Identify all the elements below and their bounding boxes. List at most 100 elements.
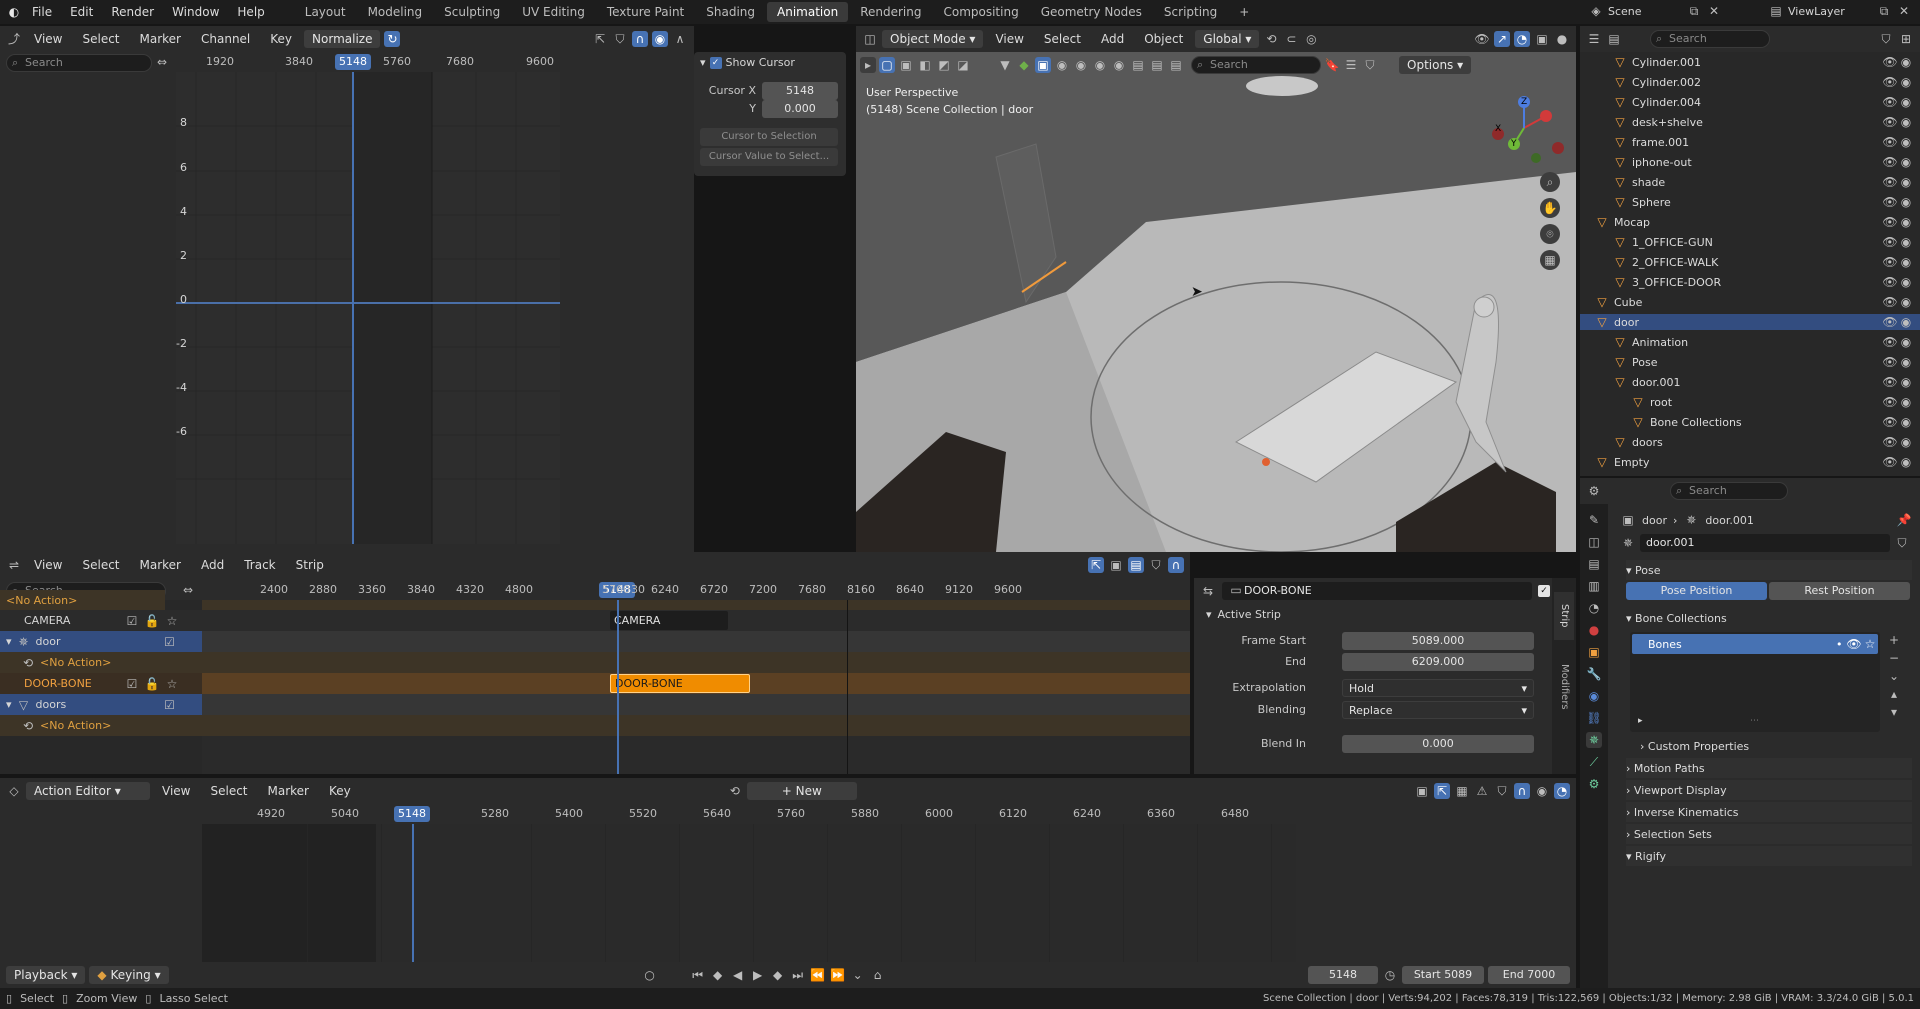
expand-icon[interactable]: ›	[1626, 762, 1630, 775]
only-selected-icon[interactable]: ⇱	[592, 31, 608, 47]
next-keyframe-icon[interactable]: ◆	[770, 967, 786, 983]
bone-collection-item[interactable]: Bones • 👁 ☆	[1632, 634, 1878, 654]
outliner-filter-icon[interactable]: ⛉	[1878, 31, 1894, 47]
nla-menu-strip[interactable]: Strip	[288, 555, 332, 575]
nla-strip-camera[interactable]: CAMERA	[610, 611, 728, 630]
action-key-area[interactable]	[202, 824, 1296, 962]
outliner-row[interactable]: ▽ Cylinder.001 👁 ◉	[1580, 54, 1920, 70]
nla-lock-icon[interactable]: 🔓	[144, 613, 160, 629]
outliner-row[interactable]: ▽ 1_OFFICE-GUN 👁 ◉	[1580, 234, 1920, 250]
tab-strip[interactable]: Strip	[1554, 592, 1574, 640]
xray-icon[interactable]: ▣	[1534, 31, 1550, 47]
tab-geometry-nodes[interactable]: Geometry Nodes	[1031, 2, 1152, 22]
record-icon[interactable]: ○	[642, 967, 658, 983]
playback-menu[interactable]: Playback ▾	[6, 966, 86, 984]
nla-only-selected-icon[interactable]: ⇱	[1088, 557, 1104, 573]
restrict-light-icon[interactable]: ◉	[1111, 57, 1127, 73]
menu-window[interactable]: Window	[164, 2, 227, 22]
render-camera-icon[interactable]: ◉	[1898, 394, 1914, 410]
zoom-icon[interactable]: ⌕	[1540, 172, 1560, 192]
expand-icon[interactable]: ▾	[6, 698, 12, 711]
nla-menu-select[interactable]: Select	[74, 555, 127, 575]
render-camera-icon[interactable]: ◉	[1898, 114, 1914, 130]
cursor-y-field[interactable]: 0.000	[762, 100, 838, 118]
world-tab-icon[interactable]: ●	[1586, 622, 1602, 638]
graph-ruler[interactable]: 1920 3840 5760 7680 9600 5148	[176, 52, 560, 72]
proportional-icon[interactable]: ◉	[652, 31, 668, 47]
render-camera-icon[interactable]: ◉	[1898, 234, 1914, 250]
select-intersect-icon[interactable]: ◪	[955, 57, 971, 73]
delete-view-layer-icon[interactable]: ✕	[1896, 3, 1912, 19]
outliner-row[interactable]: ▽ door 👁 ◉	[1580, 314, 1920, 330]
select-tool-icon[interactable]: ▸	[860, 57, 876, 73]
render-camera-icon[interactable]: ◉	[1898, 474, 1914, 476]
tab-layout[interactable]: Layout	[295, 2, 356, 22]
show-cursor-checkbox[interactable]: ✓	[709, 56, 722, 69]
select-subtract-icon[interactable]: ◧	[917, 57, 933, 73]
cursor-x-field[interactable]: 5148	[762, 82, 838, 100]
sync-icon[interactable]: ⌄	[850, 967, 866, 983]
solo-star-icon[interactable]: ☆	[1862, 636, 1878, 652]
frame-start-field[interactable]: 5089.000	[1342, 632, 1534, 650]
tab-modeling[interactable]: Modeling	[358, 2, 433, 22]
visibility-eye-icon[interactable]: 👁	[1882, 134, 1898, 150]
modifier-tab-icon[interactable]: 🔧	[1586, 666, 1602, 682]
outliner-editor-icon[interactable]: ☰	[1586, 31, 1602, 47]
extrapolation-select[interactable]: Hold ▾	[1342, 679, 1534, 697]
visibility-eye-icon[interactable]: 👁	[1882, 194, 1898, 210]
visibility-eye-icon[interactable]: 👁	[1882, 234, 1898, 250]
expand-icon[interactable]: ›	[1626, 784, 1630, 797]
collapse-icon[interactable]: ▾	[1626, 612, 1632, 625]
viewport-menu-object[interactable]: Object	[1136, 29, 1191, 49]
action-only-selected-icon[interactable]: ⇱	[1434, 783, 1450, 799]
nla-include-missing-icon[interactable]: ▣	[1108, 557, 1124, 573]
collapse-icon[interactable]: ▾	[1626, 564, 1632, 577]
keying-menu[interactable]: ◆ Keying ▾	[89, 966, 169, 984]
visibility-eye-icon[interactable]: 👁	[1882, 394, 1898, 410]
fake-user-shield-icon[interactable]: ⛉	[1894, 535, 1910, 551]
falloff-icon[interactable]: ∧	[672, 31, 688, 47]
menu-file[interactable]: File	[24, 2, 60, 22]
rigify-header[interactable]: ▾ Rigify	[1626, 846, 1912, 866]
outliner-row[interactable]: ▽ Cube 👁 ◉	[1580, 294, 1920, 310]
graph-playhead-label[interactable]: 5148	[335, 54, 371, 70]
tab-rendering[interactable]: Rendering	[850, 2, 931, 22]
graph-menu-key[interactable]: Key	[262, 29, 300, 49]
render-camera-icon[interactable]: ◉	[1898, 154, 1914, 170]
nla-star-icon[interactable]: ☆	[164, 613, 180, 629]
prev-frame-icon[interactable]: ⏪	[810, 967, 826, 983]
collapse-icon[interactable]: ▾	[700, 56, 706, 69]
nla-strip-door-bone[interactable]: DOOR-BONE	[610, 674, 750, 693]
action-playhead-line[interactable]	[412, 824, 414, 962]
menu-edit[interactable]: Edit	[62, 2, 101, 22]
visibility-icon[interactable]: 👁	[1474, 31, 1490, 47]
filter-icon[interactable]: ⛉	[612, 31, 628, 47]
render-camera-icon[interactable]: ◉	[1898, 294, 1914, 310]
expand-icon[interactable]: ›	[1626, 806, 1630, 819]
list-expand-icon[interactable]: ▸	[1638, 716, 1643, 726]
expand-icon[interactable]: ›	[1626, 828, 1630, 841]
selection-sets-header[interactable]: › Selection Sets	[1626, 824, 1912, 844]
render-camera-icon[interactable]: ◉	[1898, 414, 1914, 430]
outliner-row[interactable]: ▽ Cylinder.002 👁 ◉	[1580, 74, 1920, 90]
nla-solo-checkbox-icon[interactable]: ☑	[124, 676, 140, 692]
play-reverse-icon[interactable]: ◀	[730, 967, 746, 983]
render-camera-icon[interactable]: ◉	[1898, 54, 1914, 70]
render-camera-icon[interactable]: ◉	[1898, 454, 1914, 470]
outliner-row[interactable]: ▽ Animation 👁 ◉	[1580, 334, 1920, 350]
restrict-camera-icon[interactable]: ◉	[1092, 57, 1108, 73]
outliner-row[interactable]: ▽ Mocap 👁 ◉	[1580, 214, 1920, 230]
current-frame-field[interactable]: 5148	[1308, 966, 1378, 984]
gizmo-toggle-icon[interactable]: ↗	[1494, 31, 1510, 47]
nla-channel-doors[interactable]: ▾ ▽ doors ☑	[0, 694, 202, 715]
outliner-row[interactable]: ▽ 3_OFFICE-DOOR 👁 ◉	[1580, 274, 1920, 290]
3d-viewport[interactable]: ◫ Object Mode ▾ View Select Add Object G…	[856, 26, 1576, 552]
nla-playhead-line[interactable]	[617, 600, 619, 774]
nla-swap-icon[interactable]: ⇔	[180, 582, 196, 598]
visibility-eye-icon[interactable]: 👁	[1882, 174, 1898, 190]
visibility-eye-icon[interactable]: 👁	[1882, 154, 1898, 170]
inverse-kinematics-header[interactable]: › Inverse Kinematics	[1626, 802, 1912, 822]
action-ruler[interactable]: 5148 4920 5040 5280 5400 5520 5640 5760 5880 600…	[202, 804, 1296, 824]
pose-section-header[interactable]: ▾ Pose	[1626, 560, 1912, 580]
scene-tab-icon[interactable]: ◔	[1586, 600, 1602, 616]
